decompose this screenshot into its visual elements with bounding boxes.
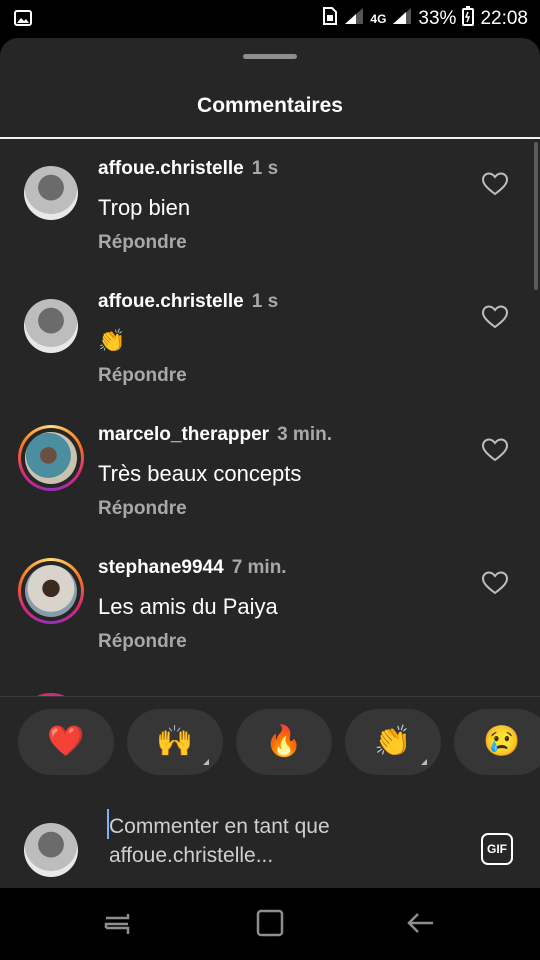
comment-item: affoue.christelle 1 s 👏 Répondre	[0, 273, 540, 406]
sheet-title: Commentaires	[197, 94, 343, 117]
signal-icon	[392, 7, 412, 31]
reaction-clap[interactable]: 👏	[345, 709, 441, 775]
sim-icon	[322, 6, 338, 32]
comments-list[interactable]: affoue.christelle 1 s Trop bien Répondre …	[0, 140, 540, 696]
signal-icon	[344, 7, 364, 31]
comment-username[interactable]: marcelo_therapper	[98, 424, 269, 445]
drag-handle[interactable]	[243, 54, 297, 59]
home-icon[interactable]	[253, 906, 287, 940]
comment-text: 👏	[98, 328, 126, 353]
reply-button[interactable]: Répondre	[98, 232, 187, 254]
reply-button[interactable]: Répondre	[98, 631, 187, 653]
heart-icon[interactable]	[481, 571, 509, 595]
status-bar: 4G 33% 22:08	[0, 0, 540, 38]
battery-icon	[462, 6, 475, 32]
avatar	[24, 823, 78, 877]
comment-item: affoue.christelle 1 s Trop bien Répondre	[0, 140, 540, 273]
avatar[interactable]	[18, 425, 84, 491]
reaction-crying[interactable]: 😢	[454, 709, 540, 775]
comment-username[interactable]: affoue.christelle	[98, 291, 244, 312]
comment-username[interactable]: affoue.christelle	[98, 158, 244, 179]
reply-button[interactable]: Répondre	[98, 365, 187, 387]
heart-icon[interactable]	[481, 305, 509, 329]
comment-time: 3 min.	[277, 424, 332, 445]
heart-icon[interactable]	[481, 172, 509, 196]
navigation-bar	[0, 888, 540, 960]
recent-apps-icon[interactable]	[100, 906, 134, 940]
avatar[interactable]	[24, 299, 78, 353]
divider	[0, 696, 540, 697]
comment-username[interactable]: stephane9944	[98, 557, 224, 578]
comment-item: stephane9944 7 min. Les amis du Paiya Rép…	[0, 539, 540, 672]
comment-time: 1 s	[251, 291, 279, 312]
image-icon	[14, 10, 32, 31]
quick-reactions: ❤️ 🙌 🔥 👏 😢	[18, 709, 540, 775]
reply-button[interactable]: Répondre	[98, 498, 187, 520]
reaction-raised-hands[interactable]: 🙌	[127, 709, 223, 775]
comment-input[interactable]: Commenter en tant que affoue.christelle.…	[109, 812, 449, 870]
comments-sheet: Commentaires affoue.christelle 1 s Trop b…	[0, 38, 540, 888]
comment-time: 7 min.	[231, 557, 287, 578]
back-icon[interactable]	[404, 906, 438, 940]
reaction-fire[interactable]: 🔥	[236, 709, 332, 775]
comment-time: 1 s	[251, 158, 279, 179]
clock: 22:08	[480, 8, 528, 29]
avatar[interactable]	[24, 166, 78, 220]
comment-text: Très beaux concepts	[98, 461, 302, 486]
reaction-heart[interactable]: ❤️	[18, 709, 114, 775]
gif-button[interactable]: GIF	[481, 833, 513, 865]
divider	[0, 137, 540, 139]
network-type: 4G	[370, 12, 387, 26]
avatar[interactable]	[18, 558, 84, 624]
comment-item: marcelo_therapper 3 min. Très beaux conce…	[0, 406, 540, 539]
comment-composer: Commenter en tant que affoue.christelle.…	[0, 798, 540, 888]
battery-percent: 33%	[418, 8, 457, 29]
comment-text: Trop bien	[98, 195, 191, 220]
heart-icon[interactable]	[481, 438, 509, 462]
comment-text: Les amis du Paiya	[98, 594, 278, 619]
